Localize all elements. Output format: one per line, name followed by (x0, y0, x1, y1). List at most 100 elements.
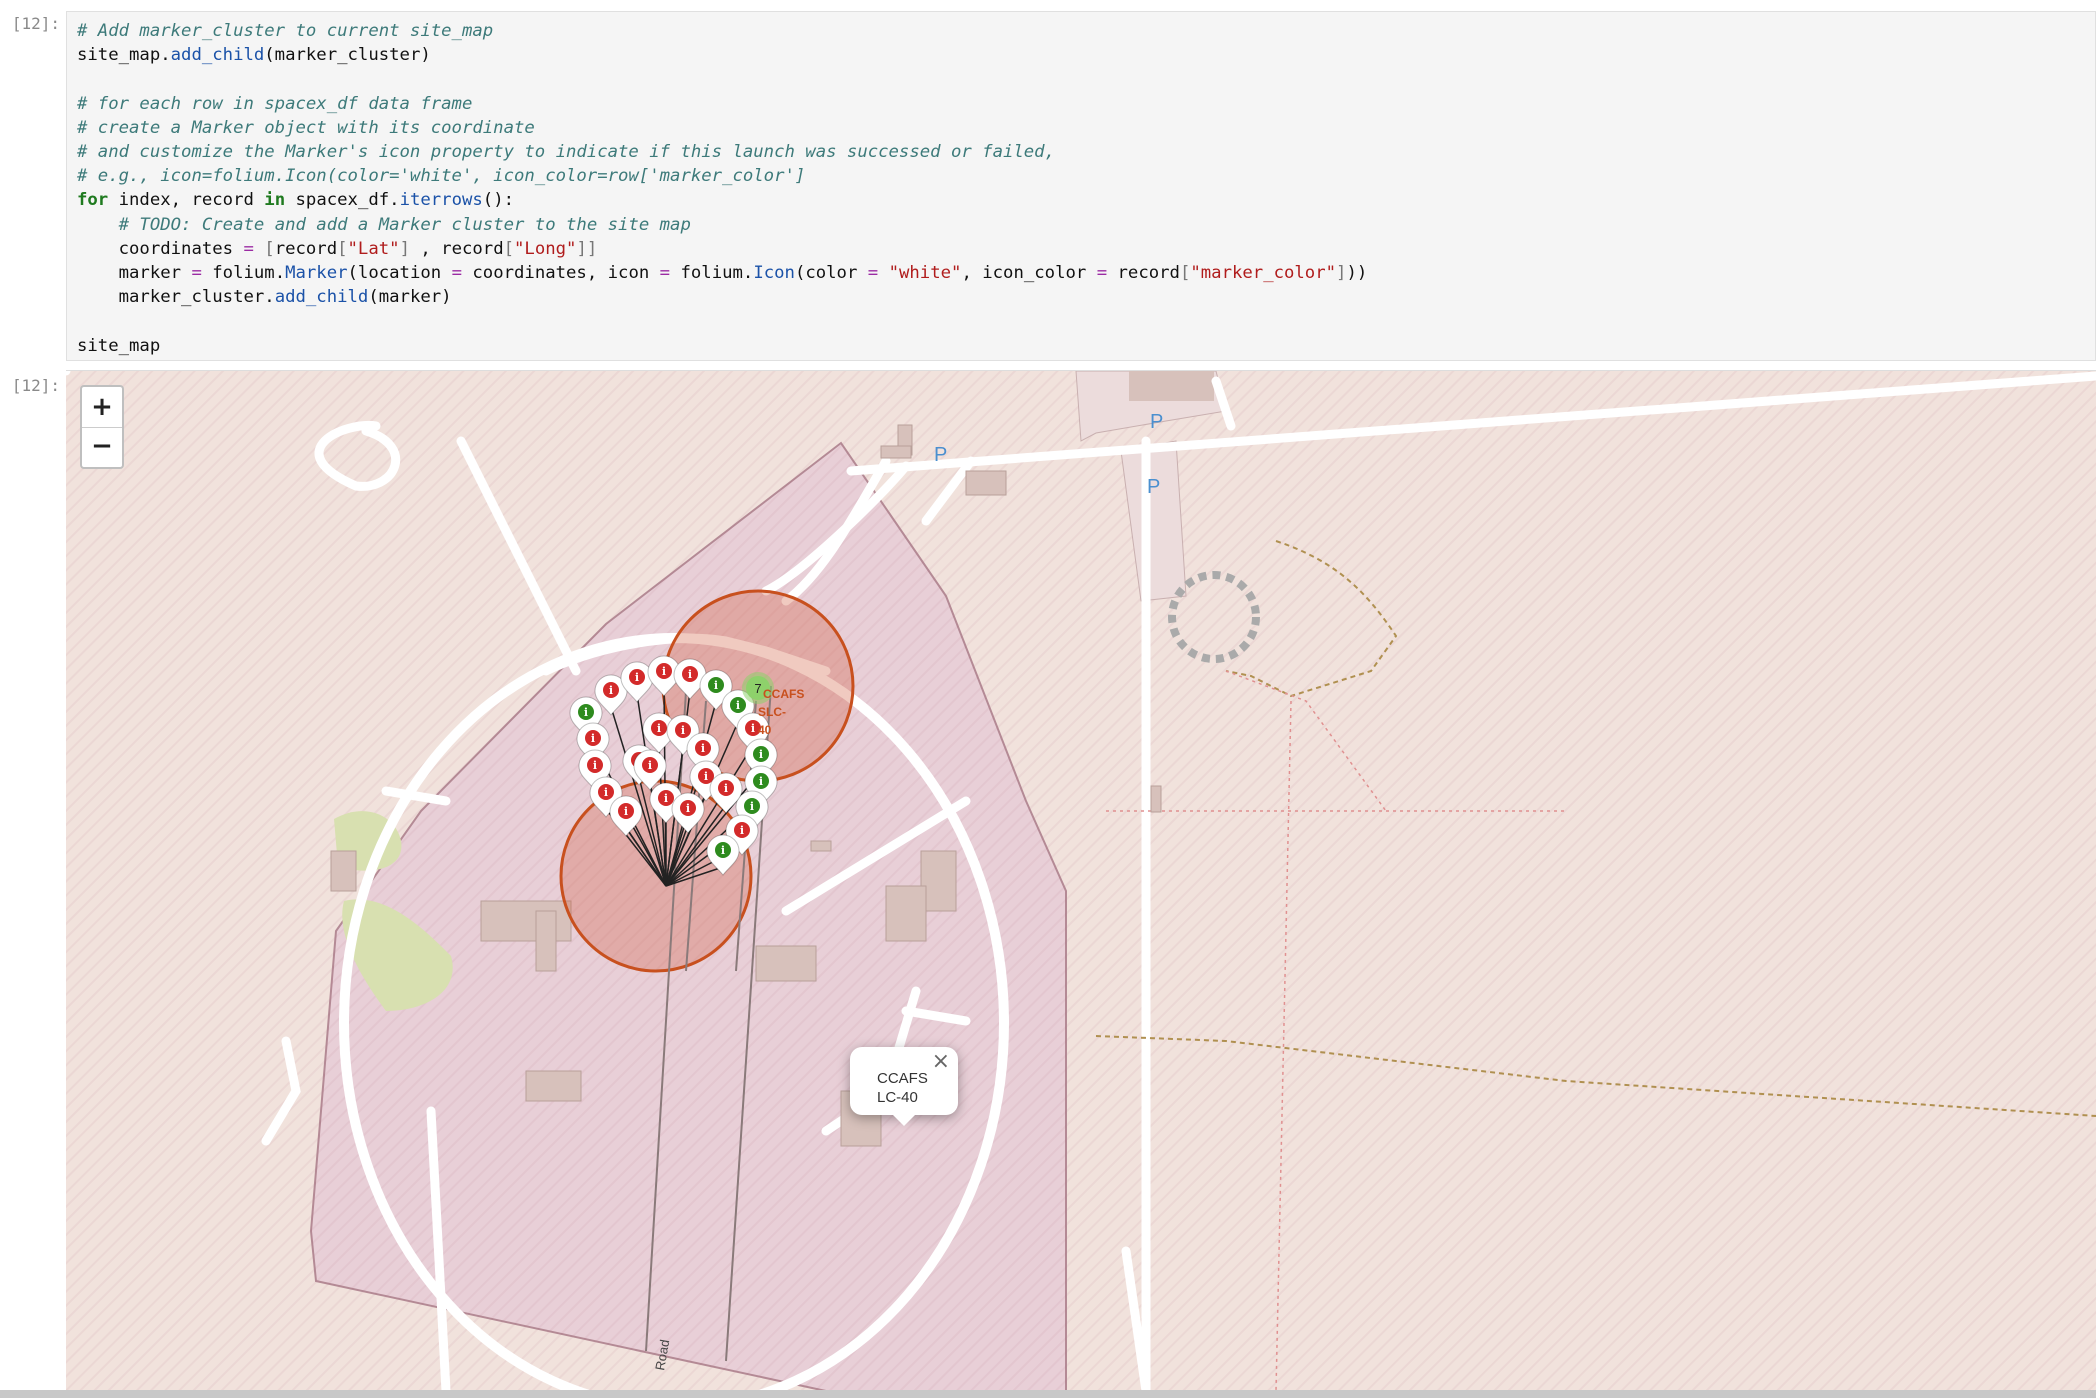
code-token: (): (482, 190, 515, 211)
popup-tip (892, 1114, 916, 1126)
code-token: site_map (77, 335, 161, 356)
info-glyph: i (704, 770, 708, 783)
marker-popup: × CCAFS LC-40 (850, 1047, 958, 1126)
code-line: site_map.add_child(marker_cluster) (77, 43, 2085, 67)
code-line: # Add marker_cluster to current site_map (77, 19, 2085, 43)
code-token: add_child (274, 287, 369, 308)
info-glyph: i (593, 759, 597, 772)
code-token: = (1096, 263, 1108, 284)
zoom-in-button[interactable]: + (82, 387, 122, 427)
code-token: in (264, 190, 286, 211)
code-token: (color (794, 263, 868, 284)
folium-map[interactable]: iiiiiiiiiiiiiiiiiiiiiiiiii 7 CCAFS SLC- … (66, 370, 2096, 1391)
info-glyph: i (604, 786, 608, 799)
info-glyph: i (759, 748, 763, 761)
info-glyph: i (657, 722, 661, 735)
input-prompt: [12]: (11, 14, 60, 33)
code-token: coordinates, icon (461, 263, 660, 284)
code-token: # Add marker_cluster to current site_map (77, 21, 494, 41)
zoom-control: + − (80, 385, 124, 469)
code-token: = (867, 263, 879, 284)
code-cell[interactable]: # Add marker_cluster to current site_map… (66, 11, 2096, 361)
code-token: marker_cluster. (77, 287, 275, 308)
code-token: [ (337, 238, 348, 259)
code-token: ] (1336, 263, 1347, 284)
code-token: [ (264, 238, 275, 259)
code-token: Marker (285, 263, 348, 284)
code-token: folium. (201, 263, 286, 284)
code-token: (marker_cluster) (264, 45, 431, 66)
code-line: # e.g., icon=folium.Icon(color='white', … (77, 164, 2085, 188)
code-token: # and customize the Marker's icon proper… (77, 142, 1055, 162)
code-token: , record (409, 238, 504, 259)
code-token: (location (347, 263, 452, 284)
zoom-out-button[interactable]: − (82, 427, 122, 467)
info-glyph: i (584, 706, 588, 719)
code-token: marker (77, 263, 192, 284)
code-token: add_child (170, 45, 265, 66)
code-token: , icon_color (961, 263, 1097, 284)
code-editor[interactable]: # Add marker_cluster to current site_map… (67, 12, 2095, 365)
horizontal-scrollbar[interactable] (0, 1390, 2096, 1398)
code-token: "Long" (514, 238, 577, 259)
info-glyph: i (688, 668, 692, 681)
popup-line2: LC-40 (877, 1089, 918, 1106)
popup-content: CCAFS LC-40 (877, 1069, 937, 1107)
info-glyph: i (664, 792, 668, 805)
code-token: "marker_color" (1190, 263, 1337, 284)
info-glyph: i (624, 805, 628, 818)
code-line: marker = folium.Marker(location = coordi… (77, 261, 2085, 285)
code-token: spacex_df. (285, 190, 400, 211)
code-token: ]] (576, 238, 598, 259)
code-line: # create a Marker object with its coordi… (77, 116, 2085, 140)
cluster-count: 7 (754, 681, 761, 696)
code-token: # e.g., icon=folium.Icon(color='white', … (77, 166, 806, 187)
popup-line1: CCAFS (877, 1070, 928, 1087)
info-glyph: i (681, 724, 685, 737)
code-line: # for each row in spacex_df data frame (77, 92, 2085, 116)
code-token: = (243, 238, 254, 259)
code-token: [ (1179, 263, 1191, 284)
code-token: # for each row in spacex_df data frame (77, 93, 473, 114)
site-label-line1: CCAFS (763, 687, 804, 701)
parking-label: P (1150, 411, 1163, 433)
info-glyph: i (736, 699, 740, 712)
code-line: # TODO: Create and add a Marker cluster … (77, 213, 2085, 237)
code-token: "Lat" (347, 238, 400, 259)
code-token: = (451, 263, 462, 284)
code-token: = (191, 263, 202, 284)
info-glyph: i (714, 679, 718, 692)
code-token: coordinates (77, 238, 244, 259)
code-token: iterrows (399, 190, 483, 211)
code-token: [ (503, 238, 515, 259)
code-token: index, record (108, 190, 265, 211)
code-line: for index, record in spacex_df.iterrows(… (77, 188, 2085, 212)
code-line: marker_cluster.add_child(marker) (77, 285, 2085, 309)
info-glyph: i (759, 775, 763, 788)
code-token: ] (399, 238, 410, 259)
info-glyph: i (724, 782, 728, 795)
info-glyph: i (662, 665, 666, 678)
parking-label: P (1147, 476, 1160, 498)
code-token: )) (1346, 263, 1368, 284)
info-glyph: i (648, 759, 652, 772)
code-token: (marker) (368, 287, 452, 308)
info-glyph: i (609, 684, 613, 697)
code-token: # create a Marker object with its coordi… (77, 117, 535, 138)
map-canvas[interactable]: iiiiiiiiiiiiiiiiiiiiiiiiii 7 CCAFS SLC- … (66, 371, 2096, 1391)
info-glyph: i (721, 844, 725, 857)
info-glyph: i (751, 722, 755, 735)
code-token: Icon (753, 263, 795, 284)
info-glyph: i (591, 732, 595, 745)
code-token: # TODO: Create and add a Marker cluster … (118, 214, 691, 235)
code-token: "white" (888, 263, 962, 284)
site-label-line3: 40 (758, 723, 772, 737)
info-glyph: i (740, 824, 744, 837)
info-glyph: i (750, 800, 754, 813)
code-line: coordinates = [record["Lat"] , record["L… (77, 237, 2085, 261)
